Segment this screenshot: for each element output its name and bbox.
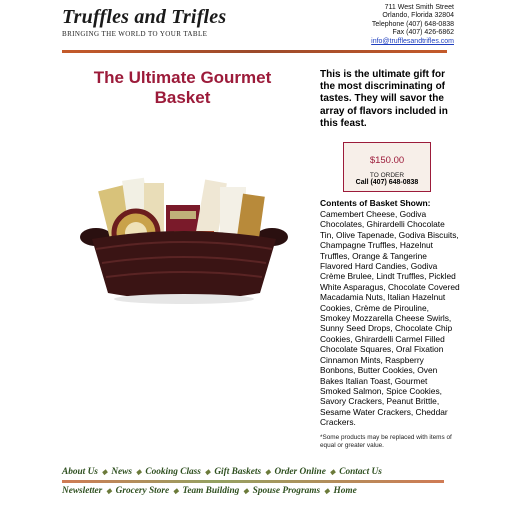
- nav-cooking-class[interactable]: Cooking Class: [145, 467, 201, 477]
- logo[interactable]: Truffles and Trifles Bringing the World …: [62, 6, 227, 38]
- nav-row-1: About Us ◆ News ◆ Cooking Class ◆ Gift Bask…: [62, 464, 452, 479]
- logo-wordmark: Truffles and Trifles: [62, 6, 227, 28]
- address-city: Orlando, Florida 32804: [382, 12, 454, 20]
- nav-newsletter[interactable]: Newsletter: [62, 486, 102, 496]
- email-link[interactable]: info@trufflesandtrifles.com: [371, 38, 454, 46]
- disclaimer: *Some products may be replaced with item…: [320, 434, 452, 449]
- nav-grocery-store[interactable]: Grocery Store: [116, 486, 169, 496]
- separator-icon: ◆: [265, 467, 271, 476]
- separator-icon: ◆: [101, 467, 108, 476]
- separator-icon: ◆: [173, 486, 179, 495]
- nav-order-online[interactable]: Order Online: [274, 467, 325, 477]
- address-fax: Fax (407) 426-6862: [392, 29, 454, 37]
- nav-row-2: Newsletter ◆ Grocery Store ◆ Team Building…: [62, 483, 452, 498]
- nav-divider: [62, 480, 444, 483]
- separator-icon: ◆: [106, 486, 112, 495]
- contents-heading: Contents of Basket Shown:: [320, 198, 431, 208]
- price: $150.00: [369, 155, 405, 166]
- address-street: 711 West Smith Street: [384, 4, 454, 11]
- separator-icon: ◆: [329, 467, 336, 476]
- title-line-1: The Ultimate Gourmet: [93, 68, 272, 87]
- nav-contact-us[interactable]: Contact Us: [339, 467, 382, 477]
- product-intro: This is the ultimate gift for the most d…: [320, 69, 448, 129]
- address-telephone: Telephone (407) 648-0838: [371, 20, 454, 28]
- order-phone: Call (407) 648-0838: [355, 179, 419, 186]
- nav-gift-baskets[interactable]: Gift Baskets: [214, 467, 261, 477]
- nav-home[interactable]: Home: [333, 486, 356, 496]
- order-label: TO ORDER: [369, 172, 405, 179]
- price-box: $150.00 TO ORDER Call (407) 648-0838: [343, 142, 431, 192]
- nav-about-us[interactable]: About Us: [62, 467, 98, 477]
- page-title: The Ultimate Gourmet Basket: [70, 68, 295, 108]
- separator-icon: ◆: [135, 467, 142, 476]
- title-line-2: Basket: [154, 88, 211, 107]
- separator-icon: ◆: [324, 486, 330, 495]
- footer-nav: About Us ◆ News ◆ Cooking Class ◆ Gift Bask…: [62, 464, 452, 498]
- logo-tagline: Bringing the World to your Table: [62, 30, 208, 38]
- nav-team-building[interactable]: Team Building: [183, 486, 240, 496]
- contact-address: 711 West Smith Street Orlando, Florida 3…: [371, 4, 454, 46]
- separator-icon: ◆: [243, 486, 249, 495]
- nav-news[interactable]: News: [111, 467, 132, 477]
- contents-list: Camembert Cheese, Godiva Chocolates, Ghi…: [320, 209, 460, 428]
- separator-icon: ◆: [204, 467, 211, 476]
- header-divider: [62, 50, 447, 53]
- nav-spouse-programs[interactable]: Spouse Programs: [253, 486, 320, 496]
- basket-image: [80, 177, 288, 304]
